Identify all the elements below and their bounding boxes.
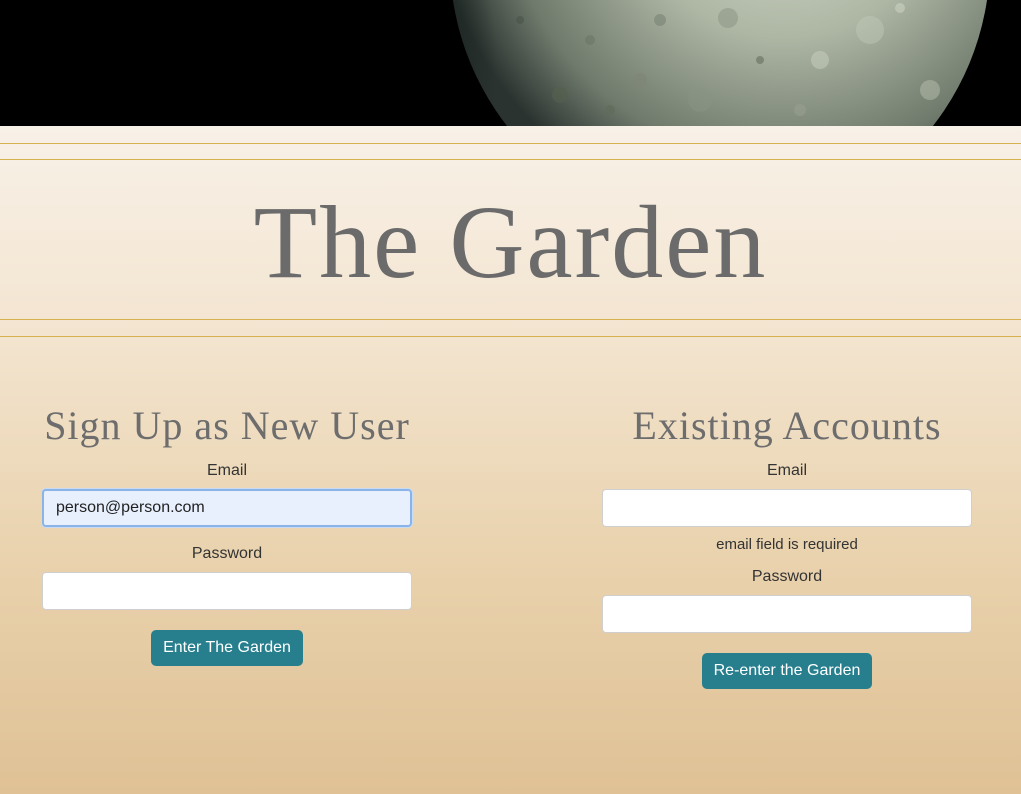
divider-line xyxy=(0,319,1021,320)
reenter-garden-button[interactable]: Re-enter the Garden xyxy=(701,653,873,689)
signup-heading: Sign Up as New User xyxy=(44,403,410,448)
enter-garden-button[interactable]: Enter The Garden xyxy=(151,630,303,666)
login-password-label: Password xyxy=(751,568,823,585)
login-email-input[interactable] xyxy=(602,489,972,527)
email-error-message: email field is required xyxy=(716,536,858,553)
title-band: The Garden xyxy=(0,160,1021,319)
signup-password-input[interactable] xyxy=(42,572,412,610)
login-email-label: Email xyxy=(766,462,807,479)
signup-email-input[interactable] xyxy=(42,489,412,527)
login-heading: Existing Accounts xyxy=(632,403,942,448)
signup-email-label: Email xyxy=(206,462,247,479)
signup-password-label: Password xyxy=(191,545,263,562)
divider-line xyxy=(0,143,1021,144)
login-form: Existing Accounts Email email field is r… xyxy=(601,400,973,689)
divider-line xyxy=(0,336,1021,337)
login-password-input[interactable] xyxy=(602,595,972,633)
signup-form: Sign Up as New User Email Password Enter… xyxy=(41,400,413,666)
site-title: The Garden xyxy=(253,184,768,300)
moon-image xyxy=(0,0,1021,126)
hero-moon-image xyxy=(0,0,1021,126)
